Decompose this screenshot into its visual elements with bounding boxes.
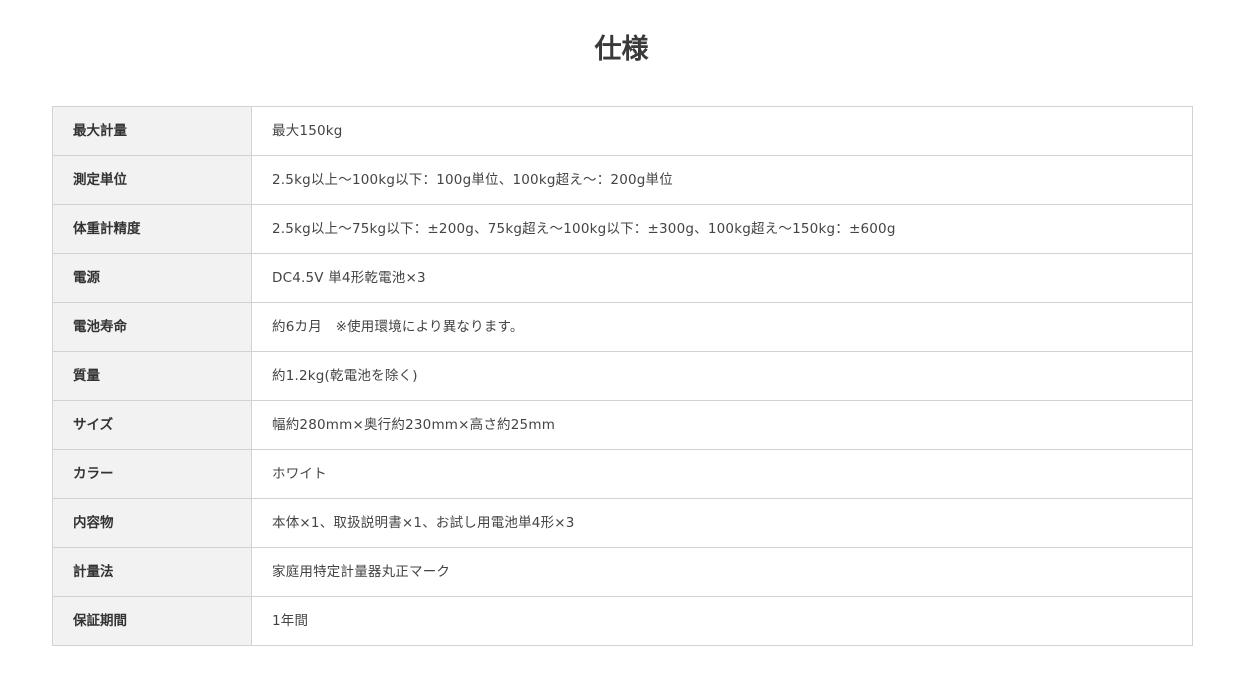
spec-label: 最大計量 (52, 106, 252, 156)
spec-value: 本体×1、取扱説明書×1、お試し用電池単4形×3 (251, 498, 1193, 548)
spec-row-power: 電源 DC4.5V 単4形乾電池×3 (52, 253, 1193, 303)
spec-label: 電源 (52, 253, 252, 303)
spec-label: カラー (52, 449, 252, 499)
spec-label: サイズ (52, 400, 252, 450)
page-title: 仕様 (594, 34, 649, 65)
spec-table: 最大計量 最大150kg 測定単位 2.5kg以上〜100kg以下：100g単位… (52, 106, 1193, 646)
spec-value: 家庭用特定計量器丸正マーク (251, 547, 1193, 597)
spec-label: 電池寿命 (52, 302, 252, 352)
spec-value: 最大150kg (251, 106, 1193, 156)
spec-value: DC4.5V 単4形乾電池×3 (251, 253, 1193, 303)
spec-label: 体重計精度 (52, 204, 252, 254)
spec-row-contents: 内容物 本体×1、取扱説明書×1、お試し用電池単4形×3 (52, 498, 1193, 548)
spec-label: 測定単位 (52, 155, 252, 205)
spec-row-battery-life: 電池寿命 約6カ月 ※使用環境により異なります。 (52, 302, 1193, 352)
spec-row-color: カラー ホワイト (52, 449, 1193, 499)
spec-row-size: サイズ 幅約280mm×奥行約230mm×高さ約25mm (52, 400, 1193, 450)
spec-row-accuracy: 体重計精度 2.5kg以上〜75kg以下：±200g、75kg超え〜100kg以… (52, 204, 1193, 254)
spec-value: ホワイト (251, 449, 1193, 499)
spec-value: 1年間 (251, 596, 1193, 646)
spec-value: 2.5kg以上〜75kg以下：±200g、75kg超え〜100kg以下：±300… (251, 204, 1193, 254)
spec-row-measurement-law: 計量法 家庭用特定計量器丸正マーク (52, 547, 1193, 597)
spec-value: 2.5kg以上〜100kg以下：100g単位、100kg超え〜：200g単位 (251, 155, 1193, 205)
spec-value: 幅約280mm×奥行約230mm×高さ約25mm (251, 400, 1193, 450)
spec-row-weight: 質量 約1.2kg(乾電池を除く) (52, 351, 1193, 401)
spec-label: 保証期間 (52, 596, 252, 646)
spec-value: 約1.2kg(乾電池を除く) (251, 351, 1193, 401)
spec-label: 質量 (52, 351, 252, 401)
spec-row-measurement-unit: 測定単位 2.5kg以上〜100kg以下：100g単位、100kg超え〜：200… (52, 155, 1193, 205)
spec-label: 計量法 (52, 547, 252, 597)
spec-label: 内容物 (52, 498, 252, 548)
spec-value: 約6カ月 ※使用環境により異なります。 (251, 302, 1193, 352)
spec-row-max-capacity: 最大計量 最大150kg (52, 106, 1193, 156)
spec-row-warranty: 保証期間 1年間 (52, 596, 1193, 646)
